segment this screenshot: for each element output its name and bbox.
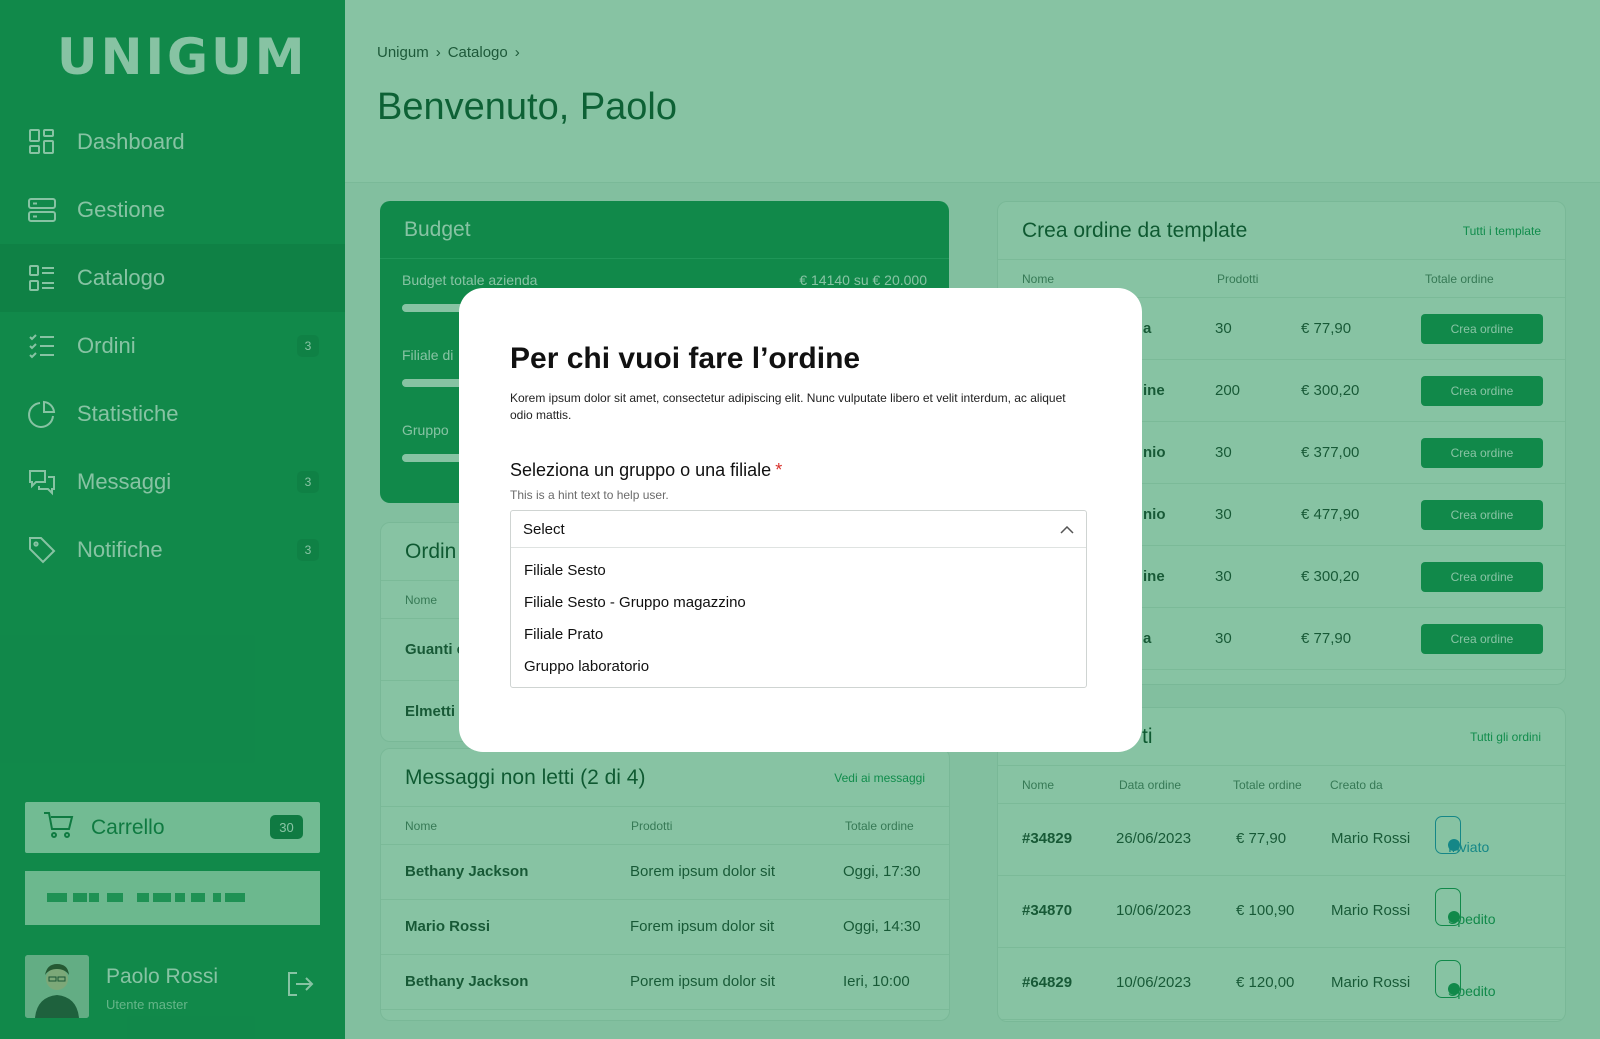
modal-description: Korem ipsum dolor sit amet, consectetur …	[510, 391, 1066, 422]
select-value: Select	[523, 520, 565, 538]
order-recipient-modal: Per chi vuoi fare l’ordine Korem ipsum d…	[459, 288, 1142, 752]
group-select[interactable]: Select Filiale Sesto Filiale Sesto - Gru…	[510, 510, 1087, 688]
select-option[interactable]: Filiale Sesto	[511, 554, 1086, 586]
select-options: Filiale Sesto Filiale Sesto - Gruppo mag…	[511, 548, 1086, 682]
select-trigger[interactable]: Select	[511, 511, 1086, 548]
select-option[interactable]: Filiale Prato	[511, 618, 1086, 650]
field-label: Seleziona un gruppo o una filiale *	[510, 460, 783, 480]
required-mark: *	[775, 460, 783, 480]
field-hint: This is a hint text to help user.	[510, 488, 669, 502]
select-option[interactable]: Gruppo laboratorio	[511, 650, 1086, 682]
select-option[interactable]: Filiale Sesto - Gruppo magazzino	[511, 586, 1086, 618]
modal-title: Per chi vuoi fare l’ordine	[510, 342, 861, 375]
chevron-up-icon	[1060, 521, 1074, 538]
